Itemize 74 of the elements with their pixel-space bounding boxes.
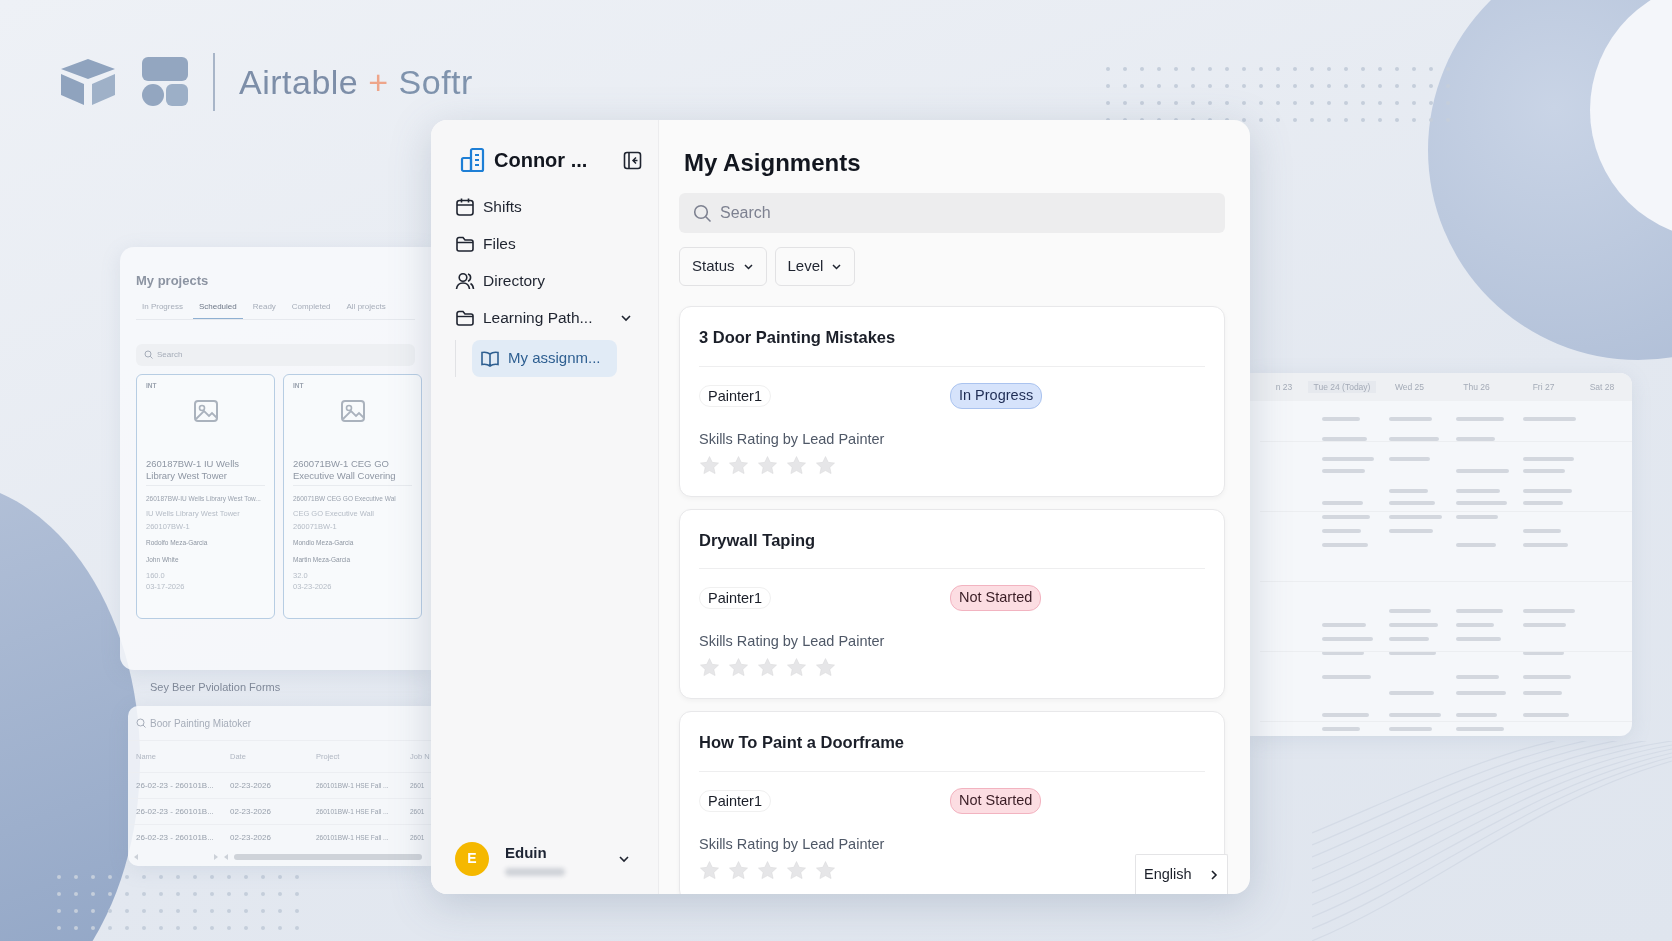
- star-icon[interactable]: [728, 657, 749, 678]
- column-header: Wed 25: [1393, 380, 1426, 394]
- star-icon[interactable]: [786, 859, 807, 881]
- star-icon[interactable]: [815, 859, 836, 881]
- status-badge: Not Started: [950, 585, 1042, 611]
- card-title: 260071BW-1 CEG GO Executive Wall Covering: [293, 458, 412, 487]
- filter-dropdown[interactable]: Level: [774, 247, 856, 286]
- user-menu[interactable]: E Eduin: [447, 841, 642, 876]
- star-icon[interactable]: [757, 859, 778, 881]
- star-icon[interactable]: [786, 454, 807, 476]
- column-header: Tue 24 (Today): [1308, 380, 1376, 394]
- blurred-email-bar: [505, 868, 565, 876]
- people-icon: [455, 270, 475, 291]
- image-icon: [192, 398, 219, 425]
- star-icon[interactable]: [815, 454, 836, 476]
- sidebar-item[interactable]: Shifts: [447, 188, 642, 225]
- panel-title: My projects: [136, 272, 210, 290]
- card-title: How To Paint a Doorframe: [699, 730, 1205, 772]
- table-cell-text: 02-23-2026: [230, 831, 272, 844]
- star-icon[interactable]: [786, 657, 807, 678]
- filter-dropdown[interactable]: Status: [679, 247, 767, 286]
- card-title: 3 Door Painting Mistakes: [699, 325, 1205, 367]
- column-header: Fri 27: [1531, 380, 1556, 394]
- card-title: 260187BW-1 IU Wells Library West Tower: [146, 458, 265, 487]
- star-icon[interactable]: [699, 657, 720, 678]
- table-cell-text: 26-02-23 - 260101B...: [136, 779, 215, 792]
- collapse-sidebar-icon[interactable]: [623, 150, 642, 170]
- column-header: Sat 28: [1588, 380, 1616, 394]
- calendar-icon: [455, 196, 475, 217]
- star-icon[interactable]: [728, 454, 749, 476]
- star-icon[interactable]: [728, 859, 749, 881]
- search-icon: [693, 203, 712, 223]
- rating-label: Skills Rating by Lead Painter: [699, 633, 885, 649]
- star-icon[interactable]: [699, 859, 720, 881]
- cube-logo-icon: [59, 57, 117, 107]
- assignment-card[interactable]: Drywall Taping Painter1 Not Started Skills Rating by Lead Painter: [679, 508, 1225, 699]
- status-badge: In Progress: [950, 382, 1043, 409]
- star-icon[interactable]: [757, 454, 778, 476]
- search-icon: [144, 350, 153, 359]
- sidebar-item[interactable]: Files: [447, 225, 642, 262]
- book-icon: [480, 348, 500, 369]
- scrollbar[interactable]: [132, 852, 422, 862]
- image-icon: [339, 398, 366, 425]
- brand-title: Airtable + Softr: [239, 61, 473, 103]
- language-selector[interactable]: English: [1135, 854, 1228, 894]
- search-icon: [136, 718, 146, 728]
- shapes-logo-icon: [141, 56, 189, 108]
- column-header: n 23: [1274, 380, 1294, 394]
- assignment-card[interactable]: 3 Door Painting Mistakes Painter1 In Progress Skills Rating by Lead Painter: [679, 306, 1225, 497]
- rating-label: Skills Rating by Lead Painter: [699, 835, 885, 852]
- table-cell-text: 02-23-2026: [230, 779, 272, 792]
- chevron-down-icon: [831, 261, 843, 272]
- tab[interactable]: Scheduled: [192, 298, 243, 319]
- table-cell-text: 26-02-23 - 260101B...: [136, 831, 215, 844]
- sidebar-item[interactable]: Learning Path...: [447, 299, 642, 336]
- table-cell-text: 26-02-23 - 260101B...: [136, 805, 215, 818]
- rating-label: Skills Rating by Lead Painter: [699, 430, 885, 447]
- column-header: Thu 26: [1462, 380, 1491, 394]
- page-title: My Asignments: [684, 148, 862, 178]
- table-cell-text: 02-23-2026: [230, 805, 272, 818]
- sidebar-item[interactable]: My assignm...: [472, 340, 617, 377]
- building-icon: [460, 147, 486, 173]
- star-icon[interactable]: [699, 454, 720, 476]
- section-title: Sey Beer Pviolation Forms: [150, 680, 281, 695]
- user-name: Eduin: [505, 842, 548, 863]
- workspace-name: Connor ...: [494, 148, 589, 173]
- star-icon[interactable]: [815, 657, 836, 678]
- star-icon[interactable]: [757, 657, 778, 678]
- user-avatar: E: [455, 841, 489, 876]
- sidebar-item[interactable]: Directory: [447, 262, 642, 299]
- card-title: Drywall Taping: [699, 527, 1205, 570]
- chevron-right-icon: [1209, 868, 1219, 881]
- chevron-down-icon: [742, 261, 754, 272]
- status-badge: Not Started: [950, 787, 1042, 814]
